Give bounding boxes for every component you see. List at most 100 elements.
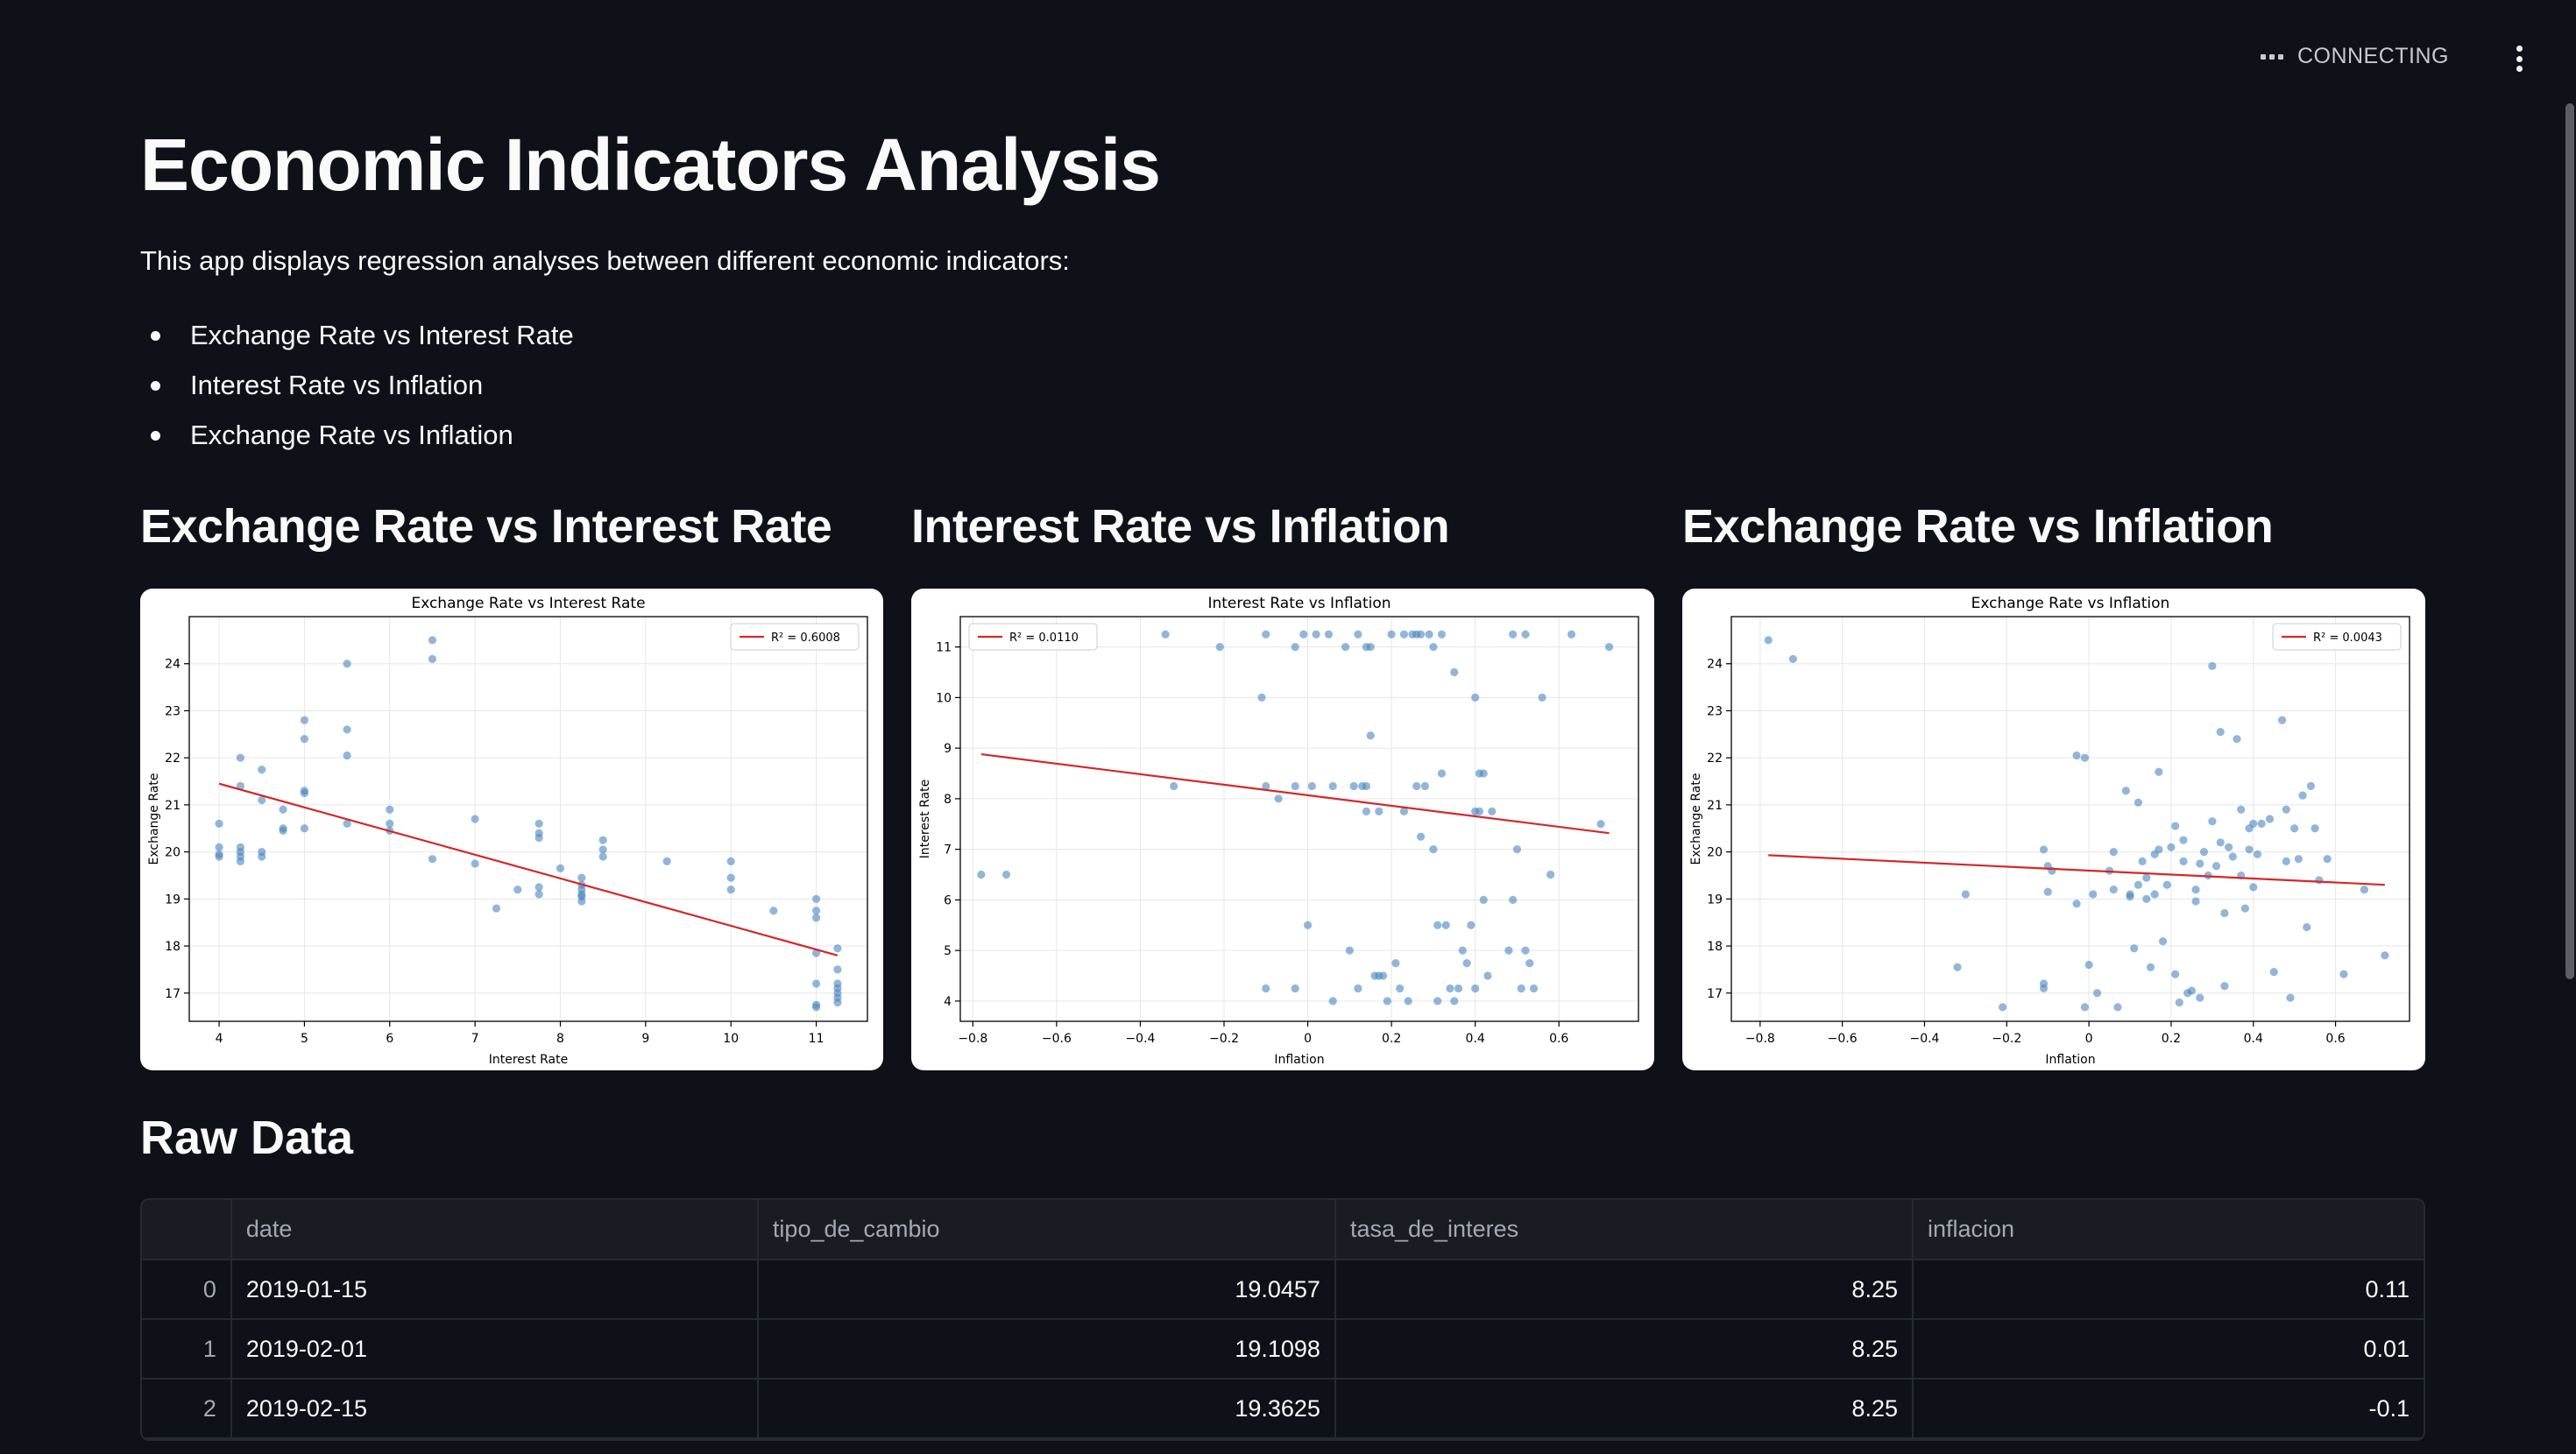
data-point bbox=[577, 873, 586, 882]
column-header-tipo-de-cambio[interactable]: tipo_de_cambio bbox=[757, 1200, 1336, 1260]
data-point bbox=[1450, 667, 1459, 677]
data-point bbox=[1420, 781, 1429, 791]
data-point bbox=[1349, 781, 1358, 791]
data-point bbox=[769, 907, 778, 915]
y-tick-label: 18 bbox=[1707, 940, 1723, 954]
data-point bbox=[2208, 817, 2217, 826]
cell-inflacion[interactable]: 0.01 bbox=[1912, 1319, 2424, 1380]
column-header-tasa-de-interes[interactable]: tasa_de_interes bbox=[1334, 1200, 1914, 1260]
y-tick-label: 17 bbox=[1707, 987, 1723, 1001]
column-header-inflacion[interactable]: inflacion bbox=[1912, 1200, 2424, 1260]
y-tick-label: 4 bbox=[944, 995, 952, 1009]
data-point bbox=[1399, 630, 1409, 639]
data-point bbox=[2228, 852, 2237, 861]
x-tick-label: −0.2 bbox=[1209, 1032, 1239, 1046]
data-point bbox=[2080, 1003, 2090, 1012]
cell-date[interactable]: 2019-02-15 bbox=[230, 1379, 759, 1439]
data-point bbox=[1170, 781, 1178, 791]
data-point bbox=[2162, 880, 2171, 889]
y-tick-label: 9 bbox=[944, 742, 952, 756]
cell-tasa-de-interes[interactable]: 8.25 bbox=[1334, 1260, 1914, 1320]
data-point bbox=[1291, 643, 1299, 652]
data-point bbox=[1509, 630, 1518, 639]
data-point bbox=[2298, 791, 2307, 800]
data-point bbox=[215, 843, 223, 851]
data-point bbox=[2216, 728, 2225, 737]
x-tick-label: 0.6 bbox=[2325, 1032, 2345, 1046]
indicator-list-item: Interest Rate vs Inflation bbox=[140, 365, 574, 415]
data-point bbox=[1788, 654, 1797, 663]
data-point bbox=[2282, 857, 2290, 865]
data-point bbox=[977, 870, 986, 879]
section-heading-interest-vs-inflation: Interest Rate vs Inflation bbox=[911, 500, 1450, 553]
data-point bbox=[1404, 997, 1412, 1006]
raw-data-table[interactable]: date tipo_de_cambio tasa_de_interes infl… bbox=[140, 1198, 2425, 1441]
chart-title: Exchange Rate vs Interest Rate bbox=[411, 595, 645, 612]
data-point bbox=[1437, 769, 1447, 778]
data-point bbox=[2311, 824, 2319, 833]
data-point bbox=[300, 716, 309, 724]
cell-date[interactable]: 2019-01-15 bbox=[230, 1260, 759, 1320]
regression-line bbox=[218, 782, 839, 956]
data-point bbox=[1475, 807, 1484, 815]
data-point bbox=[1366, 731, 1375, 740]
x-tick-label: 4 bbox=[216, 1032, 223, 1046]
data-point bbox=[811, 979, 821, 988]
column-header-date[interactable]: date bbox=[230, 1200, 759, 1260]
data-point bbox=[726, 873, 735, 882]
data-point bbox=[300, 735, 309, 744]
data-point bbox=[2126, 893, 2134, 901]
data-point bbox=[2306, 781, 2316, 790]
y-tick-label: 21 bbox=[1707, 799, 1723, 813]
cell-tasa-de-interes[interactable]: 8.25 bbox=[1334, 1379, 1914, 1439]
data-point bbox=[2212, 862, 2221, 871]
data-point bbox=[2134, 798, 2142, 807]
data-point bbox=[1362, 781, 1371, 791]
data-point bbox=[1362, 807, 1371, 815]
data-point bbox=[1215, 643, 1224, 652]
x-tick-label: 0 bbox=[2085, 1032, 2093, 1046]
data-point bbox=[1538, 693, 1546, 702]
data-point bbox=[1441, 921, 1450, 929]
data-point bbox=[1291, 984, 1299, 993]
data-point bbox=[1483, 971, 1492, 980]
cell-date[interactable]: 2019-02-01 bbox=[230, 1319, 759, 1380]
cell-tasa-de-interes[interactable]: 8.25 bbox=[1334, 1319, 1914, 1380]
data-point bbox=[1999, 1003, 2007, 1012]
cell-tipo-de-cambio[interactable]: 19.3625 bbox=[757, 1379, 1336, 1439]
data-point bbox=[2237, 805, 2246, 814]
data-point bbox=[1396, 984, 1405, 993]
data-point bbox=[1425, 630, 1433, 639]
data-point bbox=[598, 852, 607, 861]
cell-inflacion[interactable]: 0.11 bbox=[1912, 1260, 2424, 1320]
data-point bbox=[2150, 890, 2159, 899]
data-point bbox=[2092, 989, 2102, 998]
data-point bbox=[2220, 982, 2229, 991]
data-point bbox=[2303, 922, 2311, 932]
x-tick-label: −0.2 bbox=[1992, 1032, 2021, 1046]
data-point bbox=[1429, 845, 1438, 854]
x-tick-label: −0.8 bbox=[1745, 1032, 1775, 1046]
data-point bbox=[726, 857, 735, 865]
row-index: 0 bbox=[142, 1260, 232, 1320]
cell-tipo-de-cambio[interactable]: 19.0457 bbox=[757, 1260, 1336, 1320]
main-menu-button[interactable] bbox=[2506, 44, 2532, 74]
table-header-row: date tipo_de_cambio tasa_de_interes infl… bbox=[142, 1200, 2424, 1260]
y-tick-label: 10 bbox=[936, 691, 952, 705]
data-point bbox=[1161, 630, 1170, 639]
cell-inflacion[interactable]: -0.1 bbox=[1912, 1379, 2424, 1439]
cell-tipo-de-cambio[interactable]: 19.1098 bbox=[757, 1319, 1336, 1380]
data-point bbox=[811, 1003, 821, 1012]
data-point bbox=[2039, 845, 2049, 854]
data-point bbox=[428, 636, 437, 645]
data-point bbox=[2290, 824, 2299, 833]
y-tick-label: 18 bbox=[165, 940, 180, 954]
y-tick-label: 24 bbox=[165, 658, 180, 672]
data-point bbox=[2225, 843, 2233, 851]
data-point bbox=[2196, 993, 2204, 1002]
plot-interest-vs-inflation: −0.8 −0.6 −0.4 −0.2 0 0.2 0.4 0.6 4 5 6 7 8 9 10 11 Inte… bbox=[911, 589, 1654, 1070]
data-point bbox=[1529, 984, 1539, 993]
page-scrollbar[interactable] bbox=[2565, 103, 2574, 979]
plot-frame bbox=[959, 616, 1639, 1022]
data-point bbox=[1375, 807, 1384, 815]
